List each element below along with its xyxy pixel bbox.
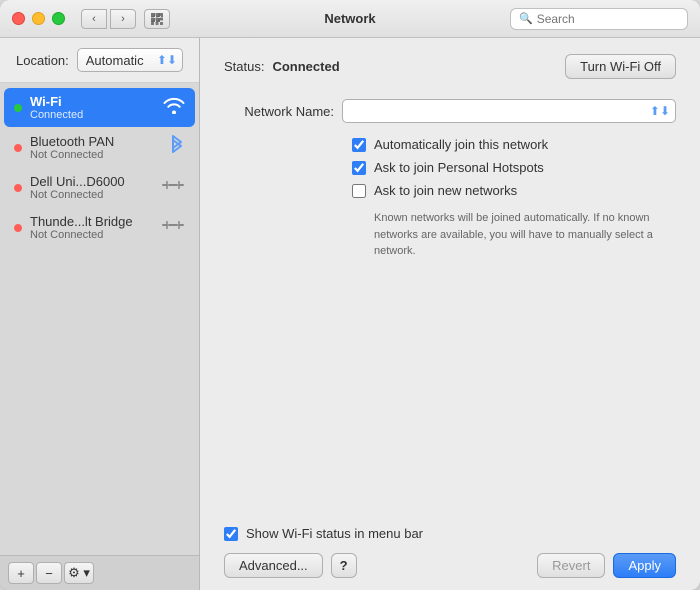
list-item[interactable]: Thunde...lt Bridge Not Connected	[4, 208, 195, 247]
bottom-buttons: Advanced... ? Revert Apply	[224, 553, 676, 578]
status-row: Status: Connected Turn Wi-Fi Off	[224, 54, 676, 79]
thunderbolt-icon	[161, 217, 185, 238]
status-label: Status:	[224, 59, 264, 74]
status-dot-red	[14, 184, 22, 192]
main-content: Location: Automatic Edit Locations... ⬆⬇…	[0, 38, 700, 590]
network-info: Wi-Fi Connected	[30, 94, 159, 121]
apply-button[interactable]: Apply	[613, 553, 676, 578]
checkbox-row: Ask to join new networks	[352, 183, 676, 198]
forward-button[interactable]: ›	[110, 9, 136, 29]
minimize-button[interactable]	[32, 12, 45, 25]
location-row: Location: Automatic Edit Locations... ⬆⬇	[0, 38, 199, 83]
checkbox-row: Automatically join this network	[352, 137, 676, 152]
add-network-button[interactable]: +	[8, 562, 34, 584]
network-info: Dell Uni...D6000 Not Connected	[30, 174, 157, 201]
sidebar-toolbar: + − ⚙ ▾	[0, 555, 199, 590]
search-icon: 🔍	[519, 12, 533, 25]
search-input[interactable]	[537, 12, 679, 26]
bluetooth-icon	[169, 135, 185, 160]
show-wifi-status-checkbox[interactable]	[224, 527, 238, 541]
helper-text: Known networks will be joined automatica…	[374, 210, 676, 260]
network-status: Connected	[30, 109, 159, 121]
status-dot-green	[14, 104, 22, 112]
apps-grid-button[interactable]	[144, 9, 170, 29]
sidebar: Location: Automatic Edit Locations... ⬆⬇…	[0, 38, 200, 590]
nav-buttons: ‹ ›	[81, 9, 136, 29]
ask-hotspots-checkbox[interactable]	[352, 161, 366, 175]
advanced-button[interactable]: Advanced...	[224, 553, 323, 578]
back-button[interactable]: ‹	[81, 9, 107, 29]
network-info: Thunde...lt Bridge Not Connected	[30, 214, 157, 241]
auto-join-label[interactable]: Automatically join this network	[374, 137, 548, 152]
remove-network-button[interactable]: −	[36, 562, 62, 584]
network-name-select[interactable]	[342, 99, 676, 123]
status-dot-red	[14, 224, 22, 232]
network-name-label: Network Name:	[224, 104, 334, 119]
network-name: Thunde...lt Bridge	[30, 214, 157, 229]
network-info: Bluetooth PAN Not Connected	[30, 134, 165, 161]
network-name: Wi-Fi	[30, 94, 159, 109]
network-name: Bluetooth PAN	[30, 134, 165, 149]
network-name: Dell Uni...D6000	[30, 174, 157, 189]
checkboxes-section: Automatically join this network Ask to j…	[352, 137, 676, 260]
location-select-wrapper: Automatic Edit Locations... ⬆⬇	[77, 48, 183, 72]
network-name-row: Network Name: ⬆⬇	[224, 99, 676, 123]
show-wifi-row: Show Wi-Fi status in menu bar	[224, 526, 676, 541]
network-status: Not Connected	[30, 189, 157, 201]
bottom-section: Show Wi-Fi status in menu bar Advanced..…	[224, 510, 676, 578]
wifi-icon	[163, 96, 185, 119]
list-item[interactable]: Bluetooth PAN Not Connected	[4, 128, 195, 167]
help-button[interactable]: ?	[331, 553, 357, 578]
search-box[interactable]: 🔍	[510, 8, 688, 30]
status-value: Connected	[272, 59, 339, 74]
close-button[interactable]	[12, 12, 25, 25]
show-wifi-status-label[interactable]: Show Wi-Fi status in menu bar	[246, 526, 423, 541]
ask-new-networks-checkbox[interactable]	[352, 184, 366, 198]
gear-menu-button[interactable]: ⚙ ▾	[64, 562, 94, 584]
ethernet-icon	[161, 177, 185, 198]
location-label: Location:	[16, 53, 69, 68]
ask-new-networks-label[interactable]: Ask to join new networks	[374, 183, 517, 198]
right-panel: Status: Connected Turn Wi-Fi Off Network…	[200, 38, 700, 590]
list-item[interactable]: Dell Uni...D6000 Not Connected	[4, 168, 195, 207]
window-title: Network	[324, 11, 375, 26]
window: ‹ › Network	[0, 0, 700, 590]
revert-button[interactable]: Revert	[537, 553, 605, 578]
network-name-select-wrapper: ⬆⬇	[342, 99, 676, 123]
network-status: Not Connected	[30, 149, 165, 161]
ask-hotspots-label[interactable]: Ask to join Personal Hotspots	[374, 160, 544, 175]
maximize-button[interactable]	[52, 12, 65, 25]
titlebar: ‹ › Network	[0, 0, 700, 38]
auto-join-checkbox[interactable]	[352, 138, 366, 152]
status-dot-red	[14, 144, 22, 152]
checkbox-row: Ask to join Personal Hotspots	[352, 160, 676, 175]
network-list: Wi-Fi Connected Blueto	[0, 83, 199, 555]
network-status: Not Connected	[30, 229, 157, 241]
location-select[interactable]: Automatic Edit Locations...	[77, 48, 183, 72]
list-item[interactable]: Wi-Fi Connected	[4, 88, 195, 127]
traffic-lights	[12, 12, 65, 25]
turn-wifi-off-button[interactable]: Turn Wi-Fi Off	[565, 54, 676, 79]
